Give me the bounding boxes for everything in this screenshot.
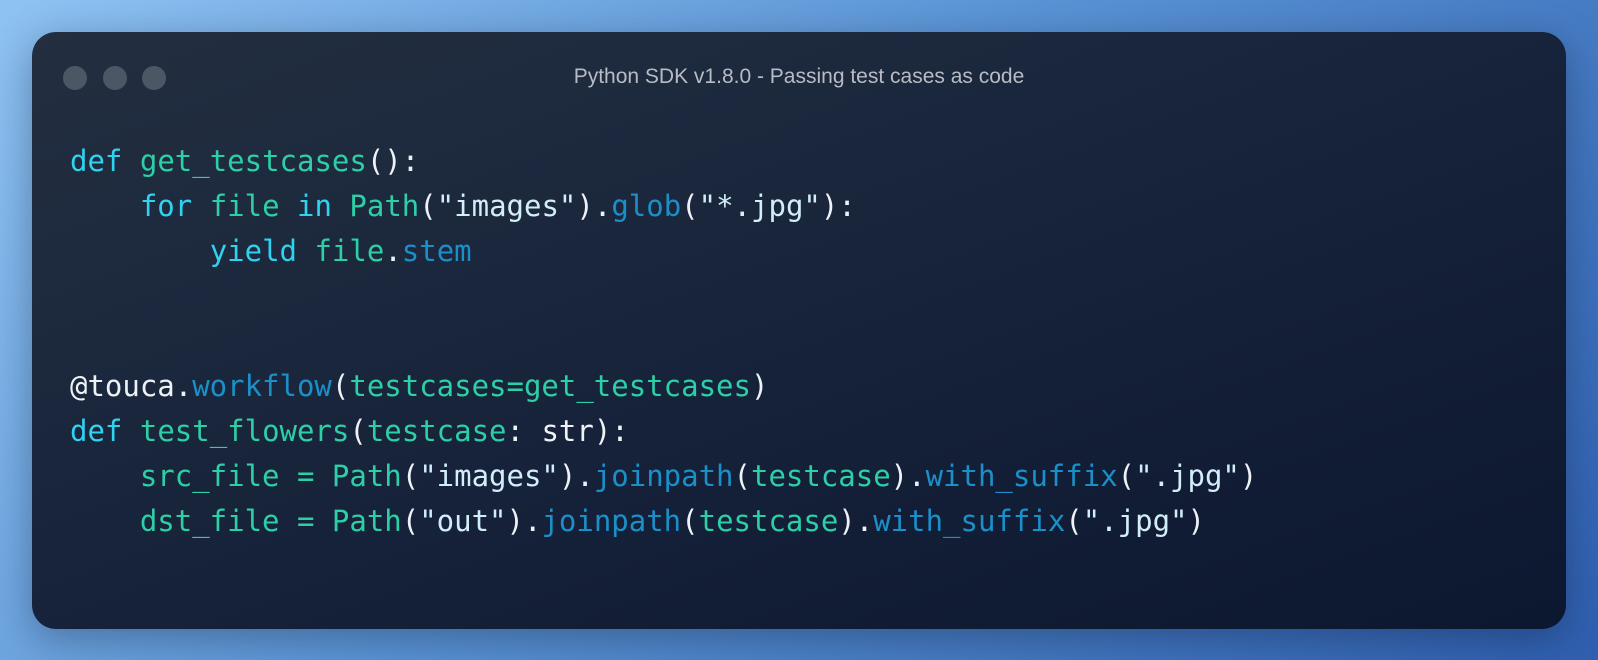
code-token: ".jpg" (1135, 459, 1240, 493)
code-token: in (297, 189, 332, 223)
code-token: "images" (419, 459, 559, 493)
code-token: joinpath (593, 459, 734, 493)
code-token: for (139, 189, 193, 223)
code-token: ( (419, 189, 437, 223)
code-token: @touca. (70, 369, 193, 403)
code-token: Path (349, 189, 420, 223)
code-line: def get_testcases(): (70, 139, 1257, 184)
code-token: src_file = Path (139, 459, 402, 493)
code-token: ). (576, 189, 612, 223)
code-token: with_suffix (873, 504, 1066, 538)
code-token: ). (890, 459, 926, 493)
code-token: ( (733, 459, 751, 493)
code-block: def get_testcases(): for file in Path("i… (70, 139, 1257, 544)
code-token: (): (366, 144, 420, 178)
code-token: ( (1065, 504, 1083, 538)
code-token: testcase (366, 414, 507, 448)
code-token: joinpath (541, 504, 682, 538)
code-token: stem (401, 234, 472, 268)
code-token: def (70, 144, 123, 178)
title-bar: Python SDK v1.8.0 - Passing test cases a… (32, 32, 1566, 122)
code-token: ( (331, 369, 350, 403)
code-token: workflow (192, 369, 332, 403)
code-token: "*.jpg" (698, 189, 821, 223)
code-line: def test_flowers(testcase: str): (70, 409, 1257, 454)
code-token: get_testcases (139, 144, 367, 178)
code-token: yield (209, 234, 297, 268)
code-token: file (314, 234, 385, 268)
code-line: @touca.workflow(testcases=get_testcases) (70, 364, 1257, 409)
code-token: dst_file = Path (139, 504, 402, 538)
code-token: ) (1239, 459, 1258, 493)
code-token: test_flowers (139, 414, 350, 448)
window-title: Python SDK v1.8.0 - Passing test cases a… (573, 65, 1025, 88)
code-token: ( (349, 414, 367, 448)
code-token: "out" (419, 504, 507, 538)
code-token: glob (611, 189, 682, 223)
code-token: . (384, 234, 402, 268)
code-token: ). (838, 504, 874, 538)
code-token: def (70, 414, 123, 448)
code-token: ) (1187, 504, 1205, 538)
code-token: ( (401, 459, 420, 493)
code-token: ) (750, 369, 769, 403)
code-token: file (209, 189, 280, 223)
code-token: ): (820, 189, 856, 223)
code-window: Python SDK v1.8.0 - Passing test cases a… (32, 32, 1566, 629)
code-line: yield file.stem (70, 229, 1257, 274)
code-token: ). (506, 504, 542, 538)
code-token: ). (558, 459, 594, 493)
code-token: with_suffix (925, 459, 1118, 493)
code-line: for file in Path("images").glob("*.jpg")… (70, 184, 1257, 229)
code-token: ( (401, 504, 420, 538)
code-token: ".jpg" (1082, 504, 1188, 538)
code-token: : str): (506, 414, 629, 448)
code-token: ( (681, 504, 699, 538)
code-token: testcase (698, 504, 839, 538)
code-token: "images" (436, 189, 577, 223)
code-token: testcases=get_testcases (349, 369, 751, 403)
code-line: dst_file = Path("out").joinpath(testcase… (70, 499, 1257, 544)
code-token: ( (681, 189, 699, 223)
code-line: src_file = Path("images").joinpath(testc… (70, 454, 1258, 499)
code-token: testcase (750, 459, 891, 493)
code-token: ( (1117, 459, 1136, 493)
